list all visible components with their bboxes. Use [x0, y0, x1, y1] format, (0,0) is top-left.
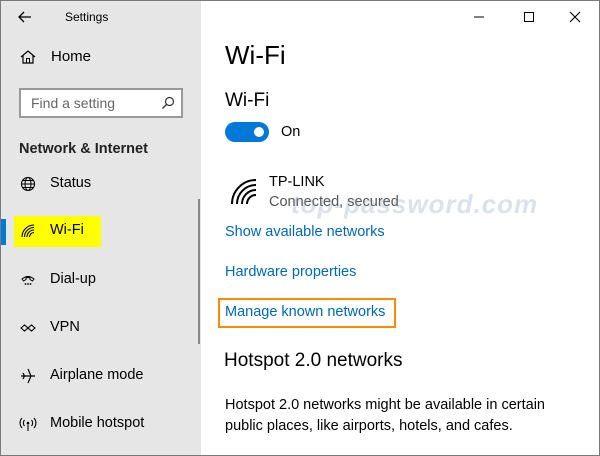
- minimize-icon: [474, 16, 484, 18]
- home-icon: [19, 48, 37, 66]
- sidebar-item-wifi[interactable]: Wi-Fi: [1, 213, 201, 249]
- maximize-button[interactable]: [509, 5, 549, 29]
- sidebar-item-label: Airplane mode: [50, 367, 144, 383]
- search-input[interactable]: Find a setting: [31, 95, 115, 111]
- close-icon: [569, 11, 581, 23]
- toggle-knob: [254, 127, 264, 137]
- wifi-toggle[interactable]: [225, 122, 269, 142]
- vpn-icon: [19, 319, 37, 337]
- hotspot-icon: [19, 415, 37, 433]
- wifi-heading: Wi-Fi: [225, 90, 270, 111]
- close-button[interactable]: [555, 5, 595, 29]
- watermark: top-password.com: [291, 189, 539, 219]
- manage-known-networks-link[interactable]: Manage known networks: [225, 304, 385, 320]
- airplane-icon: [19, 367, 37, 385]
- sidebar-item-label: Status: [50, 175, 92, 191]
- sidebar-item-label: Mobile hotspot: [50, 415, 145, 431]
- sidebar-scrollbar[interactable]: [198, 199, 200, 344]
- section-heading: Network & Internet: [19, 141, 148, 157]
- sidebar-item-label: Wi-Fi: [50, 222, 84, 238]
- globe-icon: [19, 175, 37, 193]
- show-available-networks-link[interactable]: Show available networks: [225, 224, 385, 240]
- settings-window: Settings Home Find a setting Network & I…: [0, 0, 600, 456]
- hotspot-description: Hotspot 2.0 networks might be available …: [225, 397, 545, 434]
- home-label: Home: [51, 48, 92, 65]
- back-button[interactable]: [15, 7, 35, 27]
- wifi-signal-icon: [231, 179, 257, 205]
- phone-icon: [19, 271, 37, 289]
- toggle-label: On: [281, 124, 301, 140]
- window-title: Settings: [65, 10, 109, 24]
- minimize-button[interactable]: [459, 5, 499, 29]
- sidebar-item-label: VPN: [50, 319, 80, 335]
- network-name[interactable]: TP-LINK: [269, 174, 325, 190]
- main-content: Wi-Fi Wi-Fi On TP-LINK Connected, secure…: [201, 1, 599, 455]
- wifi-icon: [19, 222, 37, 240]
- maximize-icon: [524, 12, 534, 22]
- page-title: Wi-Fi: [225, 40, 286, 70]
- search-icon[interactable]: [161, 96, 175, 110]
- sidebar-item-mobile-hotspot[interactable]: Mobile hotspot: [1, 406, 201, 442]
- sidebar-item-label: Dial-up: [50, 271, 96, 287]
- network-item[interactable]: [229, 177, 259, 207]
- sidebar-item-dial-up[interactable]: Dial-up: [1, 262, 201, 298]
- title-bar-left: Settings: [1, 1, 201, 33]
- sidebar-item-vpn[interactable]: VPN: [1, 310, 201, 346]
- home-nav-item[interactable]: Home: [1, 41, 201, 73]
- sidebar-item-status[interactable]: Status: [1, 166, 201, 202]
- hardware-properties-link[interactable]: Hardware properties: [225, 264, 356, 280]
- sidebar-item-airplane-mode[interactable]: Airplane mode: [1, 358, 201, 394]
- search-box[interactable]: Find a setting: [19, 88, 183, 118]
- sidebar: Settings Home Find a setting Network & I…: [1, 1, 201, 455]
- hotspot-heading: Hotspot 2.0 networks: [224, 350, 403, 371]
- back-arrow-icon: [18, 11, 31, 23]
